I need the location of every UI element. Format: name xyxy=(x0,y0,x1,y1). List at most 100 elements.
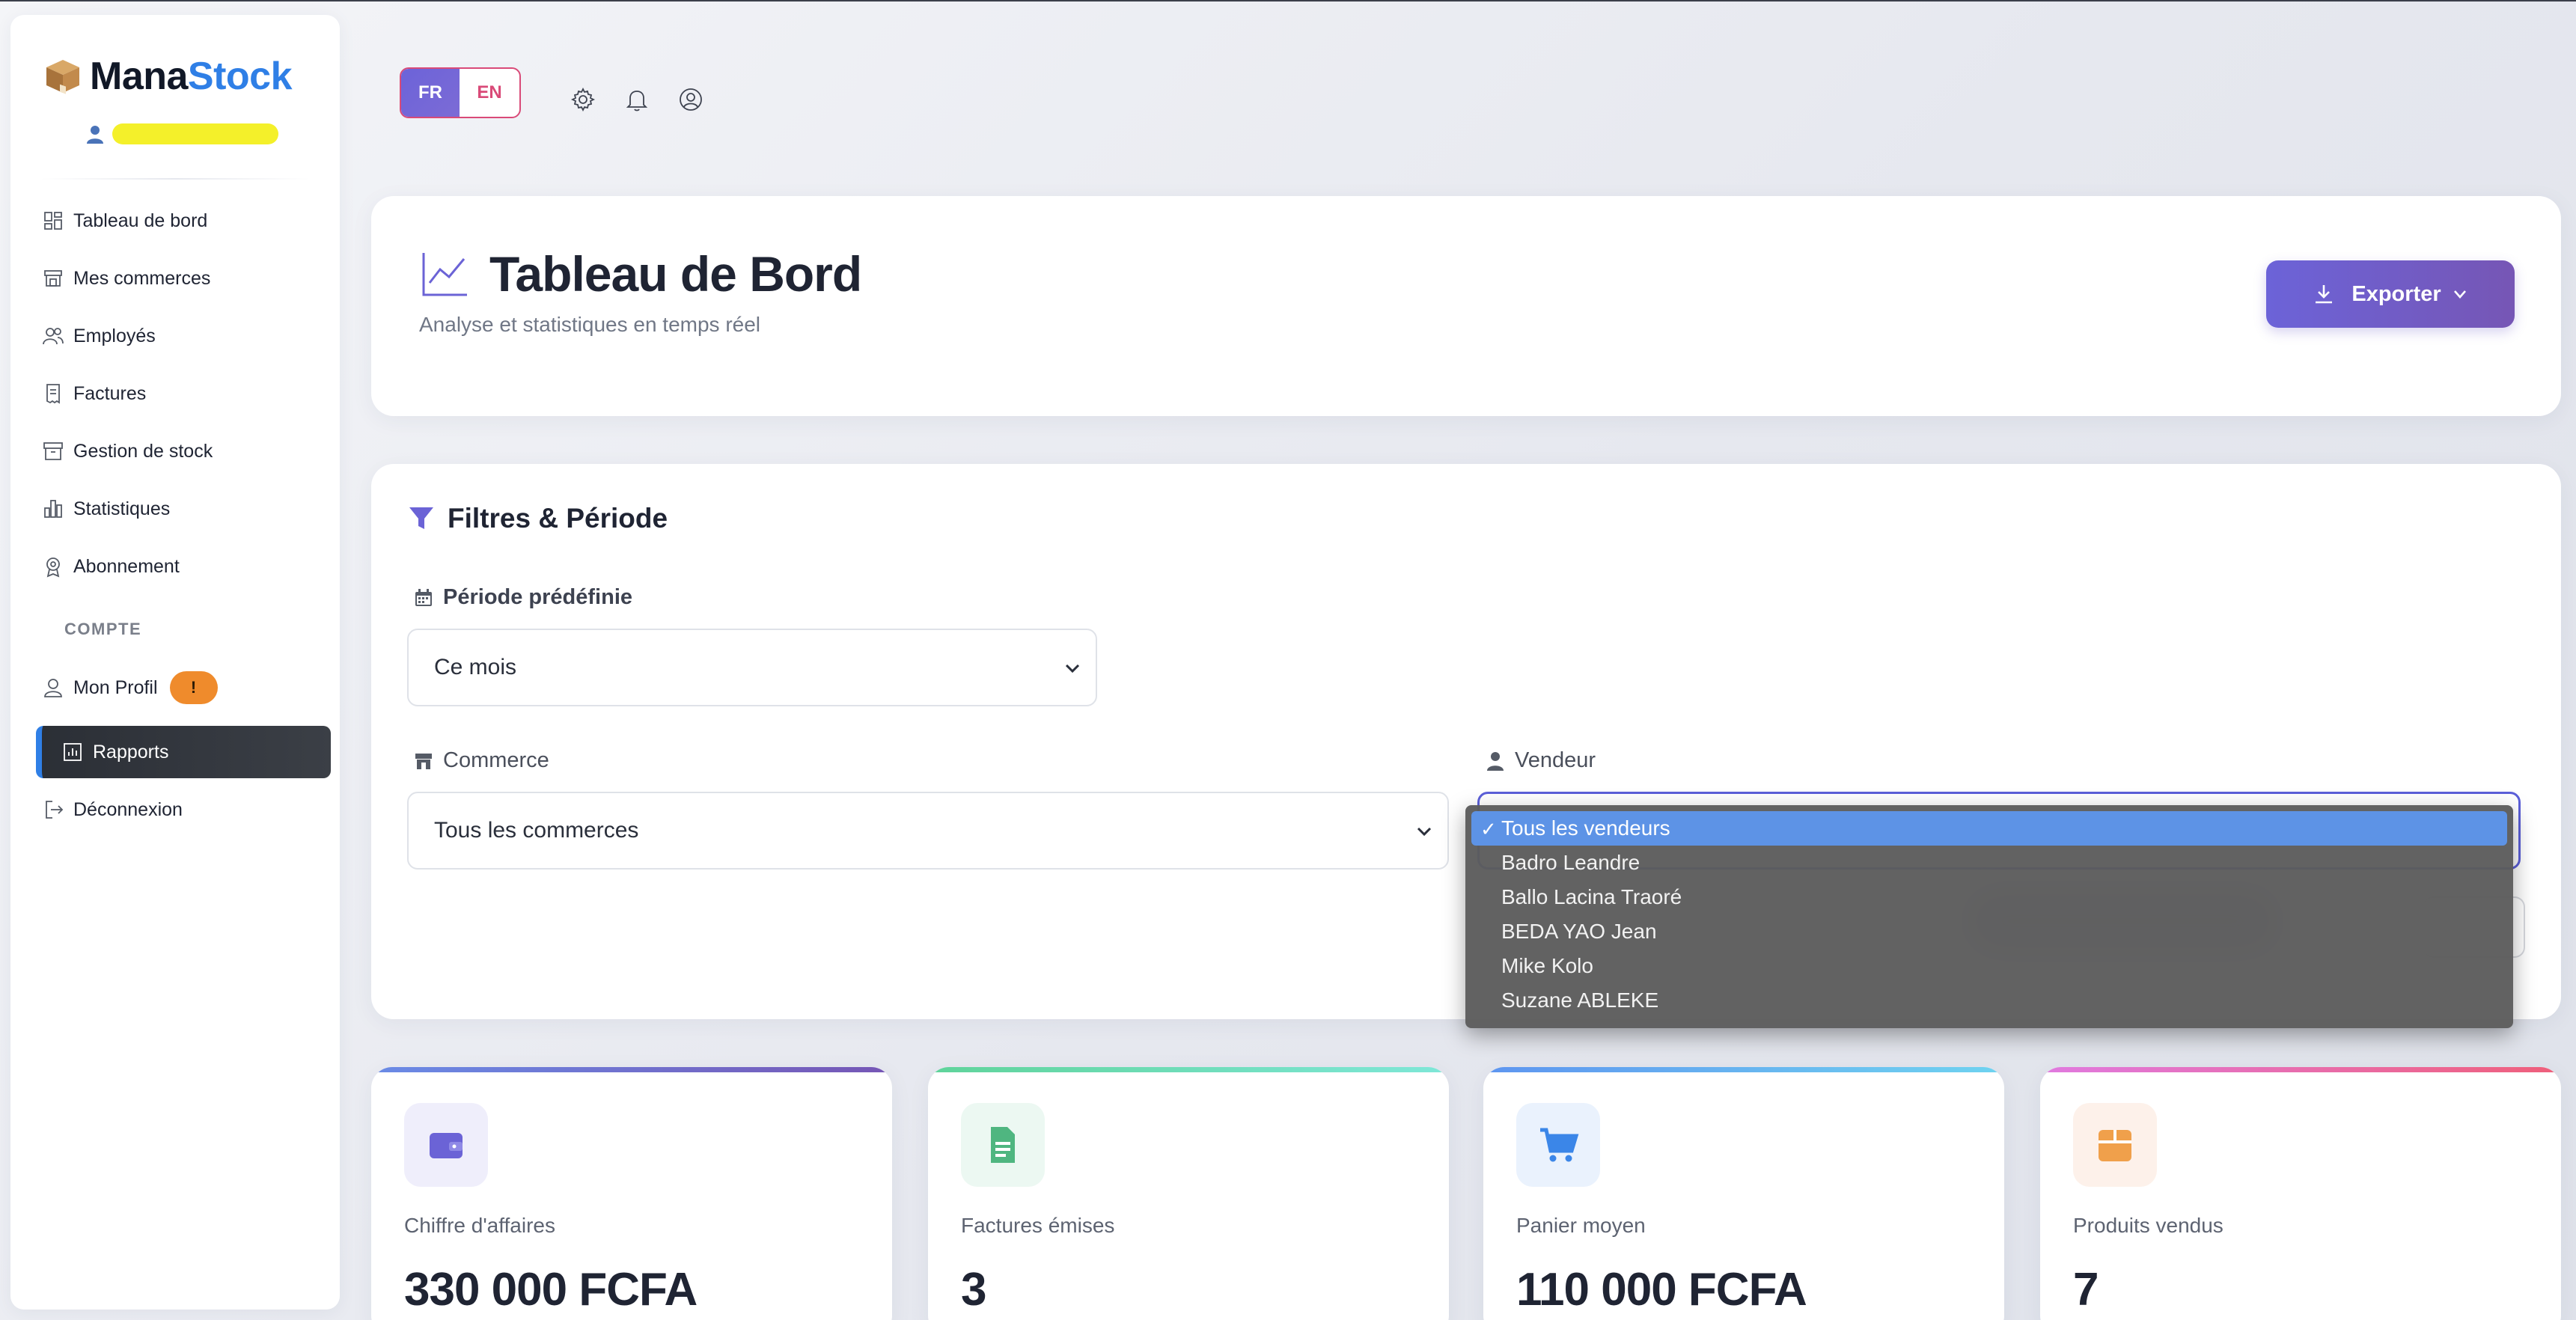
stat-value: 7 xyxy=(2073,1264,2099,1316)
document-icon xyxy=(991,1127,1015,1163)
seller-option[interactable]: Mike Kolo xyxy=(1465,949,2513,983)
sidebar: Mana Stock Tableau de bord Mes commerces … xyxy=(10,15,340,1310)
stat-card-icon-box xyxy=(404,1103,488,1187)
sidebar-item-employees[interactable]: Employés xyxy=(42,310,326,362)
sidebar-item-invoices[interactable]: Factures xyxy=(42,367,326,420)
page-title: Tableau de Bord xyxy=(419,245,862,302)
user-icon xyxy=(44,679,62,697)
sidebar-item-dashboard[interactable]: Tableau de bord xyxy=(42,195,326,247)
sidebar-section-account: COMPTE xyxy=(64,620,142,638)
sidebar-item-shops[interactable]: Mes commerces xyxy=(42,252,326,305)
stat-card-icon-box xyxy=(961,1103,1045,1187)
sidebar-item-label: Mon Profil xyxy=(73,676,158,698)
box-icon xyxy=(2099,1130,2131,1161)
package-icon xyxy=(46,60,79,94)
sidebar-item-label: Statistiques xyxy=(73,498,171,519)
seller-dropdown-list: ✓ Tous les vendeurs Badro Leandre Ballo … xyxy=(1465,805,2513,1028)
seller-option[interactable]: Ballo Lacina Traoré xyxy=(1465,880,2513,914)
logout-icon xyxy=(46,801,64,819)
user-icon xyxy=(87,126,103,144)
calendar-icon xyxy=(415,588,432,606)
chevron-down-icon xyxy=(2453,290,2466,299)
seller-option-label: Ballo Lacina Traoré xyxy=(1501,885,1682,908)
redacted-username xyxy=(112,123,278,144)
stat-value: 110 000 FCFA xyxy=(1516,1264,1807,1316)
users-icon xyxy=(43,328,64,345)
sidebar-item-statistics[interactable]: Statistiques xyxy=(42,483,326,535)
download-icon xyxy=(2316,285,2333,304)
period-label: Période prédéfinie xyxy=(413,585,632,610)
stat-card-icon-box xyxy=(2073,1103,2157,1187)
seller-option-selected[interactable]: ✓ Tous les vendeurs xyxy=(1471,811,2507,846)
window-top-border xyxy=(0,0,2576,1)
seller-option-label: Mike Kolo xyxy=(1501,954,1593,977)
stat-card-accent-bar xyxy=(928,1067,1449,1072)
language-switcher: FR EN xyxy=(400,67,521,118)
period-select[interactable]: Ce mois xyxy=(407,629,1097,706)
stat-value: 3 xyxy=(961,1264,986,1316)
seller-option[interactable]: Badro Leandre xyxy=(1465,846,2513,880)
report-icon xyxy=(64,743,82,761)
seller-option-label: Badro Leandre xyxy=(1501,851,1640,874)
seller-option[interactable]: Suzane ABLEKE xyxy=(1465,983,2513,1018)
brand-name-part1: Mana xyxy=(90,55,188,98)
stat-card-accent-bar xyxy=(371,1067,892,1072)
store-icon xyxy=(415,753,432,769)
export-button-label: Exporter xyxy=(2351,281,2441,306)
stat-card-accent-bar xyxy=(1483,1067,2004,1072)
sidebar-item-label: Employés xyxy=(73,325,156,346)
period-label-text: Période prédéfinie xyxy=(443,585,633,609)
stat-label: Produits vendus xyxy=(2073,1214,2224,1237)
sidebar-item-reports[interactable]: Rapports xyxy=(36,726,331,778)
bell-icon xyxy=(626,91,648,111)
sidebar-item-label: Tableau de bord xyxy=(73,210,208,231)
commerce-label-text: Commerce xyxy=(443,748,549,772)
seller-label-text: Vendeur xyxy=(1515,748,1596,772)
period-select-value: Ce mois xyxy=(434,655,517,679)
gear-icon xyxy=(570,87,596,112)
sidebar-divider xyxy=(40,178,310,180)
sidebar-item-subscription[interactable]: Abonnement xyxy=(42,540,326,593)
seller-option[interactable]: BEDA YAO Jean xyxy=(1465,914,2513,949)
line-chart-icon xyxy=(422,253,467,296)
user-circle-icon xyxy=(680,88,702,111)
filters-title-text: Filtres & Période xyxy=(448,503,668,534)
lang-fr-button[interactable]: FR xyxy=(401,69,460,117)
stat-label: Chiffre d'affaires xyxy=(404,1214,555,1237)
page-title-text: Tableau de Bord xyxy=(489,246,862,302)
award-icon xyxy=(46,557,60,578)
invoice-icon xyxy=(46,384,60,404)
settings-button[interactable] xyxy=(569,85,597,114)
cart-icon xyxy=(1540,1128,1579,1162)
checkmark-icon: ✓ xyxy=(1480,818,1497,840)
export-button[interactable]: Exporter xyxy=(2266,260,2515,328)
commerce-label: Commerce xyxy=(413,748,549,773)
sidebar-item-label: Gestion de stock xyxy=(73,440,213,462)
sidebar-item-stock[interactable]: Gestion de stock xyxy=(42,425,326,477)
profile-warning-badge: ! xyxy=(169,671,218,704)
lang-en-button[interactable]: EN xyxy=(460,69,519,117)
notifications-button[interactable] xyxy=(623,85,651,114)
stat-label: Factures émises xyxy=(961,1214,1115,1237)
seller-option-label: Suzane ABLEKE xyxy=(1501,989,1659,1012)
seller-option-label: BEDA YAO Jean xyxy=(1501,920,1657,943)
sidebar-item-label: Déconnexion xyxy=(73,798,183,820)
bar-chart-icon xyxy=(44,500,62,518)
stat-card-icon-box xyxy=(1516,1103,1600,1187)
sidebar-item-logout[interactable]: Déconnexion xyxy=(42,783,326,836)
sidebar-item-label: Factures xyxy=(73,382,147,404)
filter-icon xyxy=(409,507,433,529)
store-icon xyxy=(44,270,62,287)
current-user xyxy=(84,123,278,145)
seller-option-label: Tous les vendeurs xyxy=(1501,816,1670,840)
stat-card-revenue: Chiffre d'affaires 330 000 FCFA xyxy=(371,1067,892,1320)
sidebar-item-label: Mes commerces xyxy=(73,267,211,289)
stat-card-invoices: Factures émises 3 xyxy=(928,1067,1449,1320)
commerce-select[interactable]: Tous les commerces xyxy=(407,792,1449,870)
stat-card-average-basket: Panier moyen 110 000 FCFA xyxy=(1483,1067,2004,1320)
account-button[interactable] xyxy=(677,85,705,114)
stat-card-products-sold: Produits vendus 7 xyxy=(2040,1067,2561,1320)
sidebar-item-label: Abonnement xyxy=(73,555,180,577)
sidebar-item-profile[interactable]: Mon Profil ! xyxy=(42,661,326,714)
brand-logo[interactable]: Mana Stock xyxy=(42,46,293,106)
